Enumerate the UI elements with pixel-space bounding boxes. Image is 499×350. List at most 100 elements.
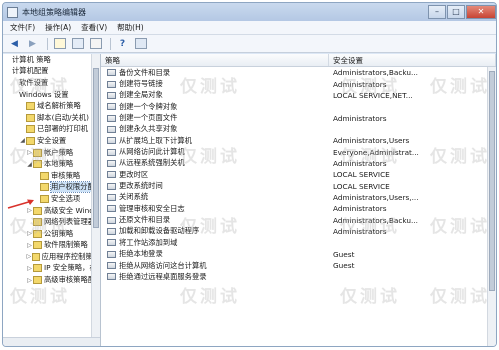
folder-icon [33,264,42,273]
tree-horizontal-scrollbar[interactable] [3,337,100,346]
column-header-setting[interactable]: 安全设置 [329,54,496,66]
folder-up-icon[interactable] [52,37,67,51]
expander-icon[interactable]: ▷ [26,242,33,249]
policy-icon [107,216,116,224]
setting-cell: Administrators,Users [333,136,410,146]
tree-vertical-scrollbar[interactable] [91,54,100,337]
tree-item-label: Windows 设置 [19,89,69,99]
folder-icon [31,252,40,261]
folder-icon [40,183,49,192]
table-row[interactable]: 备份文件和目录 Administrators,Backu... [101,67,496,78]
filter-icon[interactable] [133,37,148,51]
setting-cell: Administrators [333,113,387,123]
table-row[interactable]: 从扩展坞上取下计算机 Administrators,Users [101,135,496,146]
table-row[interactable]: 将工作站添加到域 [101,237,496,248]
tree-scroll-thumb[interactable] [93,68,99,228]
table-row[interactable]: 创建一个令牌对象 [101,101,496,112]
tree-item[interactable]: ▷ 帐户策略 [3,147,100,159]
expander-icon[interactable]: ▷ [26,149,33,156]
setting-cell: LOCAL SERVICE [333,181,390,191]
policy-cell: 将工作站添加到域 [101,238,329,248]
tree-item[interactable]: Windows 设置 [3,89,100,101]
tree-item[interactable]: ▷ 软件限制策略 [3,240,100,252]
policy-name: 拒绝本地登录 [119,249,163,259]
tree-item[interactable]: 计算机配置 [3,66,100,78]
main-window: 本地组策略编辑器 – □ ✕ 文件(F) 操作(A) 查看(V) 帮助(H) ◀… [2,2,497,347]
forward-icon[interactable]: ▶ [25,37,40,51]
expander-icon[interactable]: ▷ [26,230,33,237]
tree-item[interactable]: ◢ 本地策略 [3,158,100,170]
table-row[interactable]: 拒绝通过远程桌面服务登录 [101,271,496,282]
tree-item[interactable]: 软件设置 [3,77,100,89]
tree-item[interactable]: ◢ 安全设置 [3,135,100,147]
list-vertical-scrollbar[interactable] [487,67,496,346]
policy-list: 策略 安全设置 备份文件和目录 Administrators,Backu... 创建… [101,54,496,346]
table-row[interactable]: 管理审核和安全日志 Administrators [101,203,496,214]
setting-cell: Administrators,Backu... [333,68,418,78]
show-hide-tree-icon[interactable] [70,37,85,51]
maximize-button[interactable]: □ [447,5,465,19]
tree-item-label: 软件设置 [19,77,49,87]
table-row[interactable]: 创建符号链接 Administrators [101,78,496,89]
policy-cell: 创建一个令牌对象 [101,102,329,112]
table-row[interactable]: 拒绝从网络访问这台计算机 Guest [101,260,496,271]
folder-icon [26,125,35,134]
tree-item-label: IP 安全策略，在 [44,263,97,273]
close-button[interactable]: ✕ [466,5,496,19]
policy-icon [107,114,116,122]
help-icon[interactable]: ? [115,37,130,51]
policy-name: 加载和卸载设备驱动程序 [119,226,200,236]
tree-item[interactable]: ▷ IP 安全策略，在 [3,263,100,275]
menu-view[interactable]: 查看(V) [76,22,112,33]
table-row[interactable]: 拒绝本地登录 Guest [101,249,496,260]
table-row[interactable]: 更改系统时间 LOCAL SERVICE [101,180,496,191]
tree-item[interactable]: ▷ 高级审核策略配 [3,274,100,286]
tree-item[interactable]: 计算机 策略 [3,54,100,66]
tree-item-label: 审核策略 [51,170,81,180]
policy-cell: 从扩展坞上取下计算机 [101,136,329,146]
tree-item[interactable]: 审核策略 [3,170,100,182]
menu-action[interactable]: 操作(A) [40,22,76,33]
policy-cell: 拒绝本地登录 [101,249,329,259]
table-row[interactable]: 还原文件和目录 Administrators,Backu... [101,214,496,225]
policy-name: 管理审核和安全日志 [119,203,185,213]
tree-item[interactable]: 已部署的打印机 [3,124,100,136]
table-row[interactable]: 创建永久共享对象 [101,124,496,135]
tree-item[interactable]: 网络列表管理器 [3,216,100,228]
tree-item-label: 已部署的打印机 [37,124,89,134]
table-row[interactable]: 创建一个页面文件 Administrators [101,112,496,123]
properties-icon[interactable] [88,37,103,51]
table-row[interactable]: 从网络访问此计算机 Everyone,Administrat... [101,146,496,157]
app-icon [7,6,18,18]
menu-help[interactable]: 帮助(H) [112,22,149,33]
folder-icon [33,229,42,238]
menu-file[interactable]: 文件(F) [5,22,40,33]
menu-bar: 文件(F) 操作(A) 查看(V) 帮助(H) [3,21,496,35]
tree-item[interactable]: 域名解析策略 [3,100,100,112]
list-scroll-thumb[interactable] [489,71,495,291]
folder-icon [33,241,42,250]
column-header-policy[interactable]: 策略 [101,54,329,66]
expander-icon[interactable]: ▷ [26,277,33,284]
table-row[interactable]: 创建全局对象 LOCAL SERVICE,NET... [101,90,496,101]
table-row[interactable]: 关闭系统 Administrators,Users,... [101,192,496,203]
policy-cell: 创建永久共享对象 [101,124,329,134]
tree-item[interactable]: 脚本(启动/关机) [3,112,100,124]
setting-cell: Administrators [333,204,387,214]
policy-cell: 创建全局对象 [101,90,329,100]
tree-item[interactable]: 用户权限分配 [3,181,100,194]
setting-cell: LOCAL SERVICE,NET... [333,90,413,100]
back-icon[interactable]: ◀ [7,37,22,51]
policy-icon [107,182,116,190]
title-bar[interactable]: 本地组策略编辑器 – □ ✕ [3,3,496,21]
tree-item[interactable]: ▷ 应用程序控制策略 [3,251,100,263]
tree-item-label: 高级审核策略配 [44,275,96,285]
table-row[interactable]: 从远程系统强制关机 Administrators [101,158,496,169]
expander-icon[interactable]: ◢ [19,137,26,144]
expander-icon[interactable]: ▷ [26,265,33,272]
minimize-button[interactable]: – [428,5,446,19]
table-row[interactable]: 更改时区 LOCAL SERVICE [101,169,496,180]
expander-icon[interactable]: ◢ [26,161,33,168]
tree-item[interactable]: ▷ 公钥策略 [3,228,100,240]
table-row[interactable]: 加载和卸载设备驱动程序 Administrators [101,226,496,237]
